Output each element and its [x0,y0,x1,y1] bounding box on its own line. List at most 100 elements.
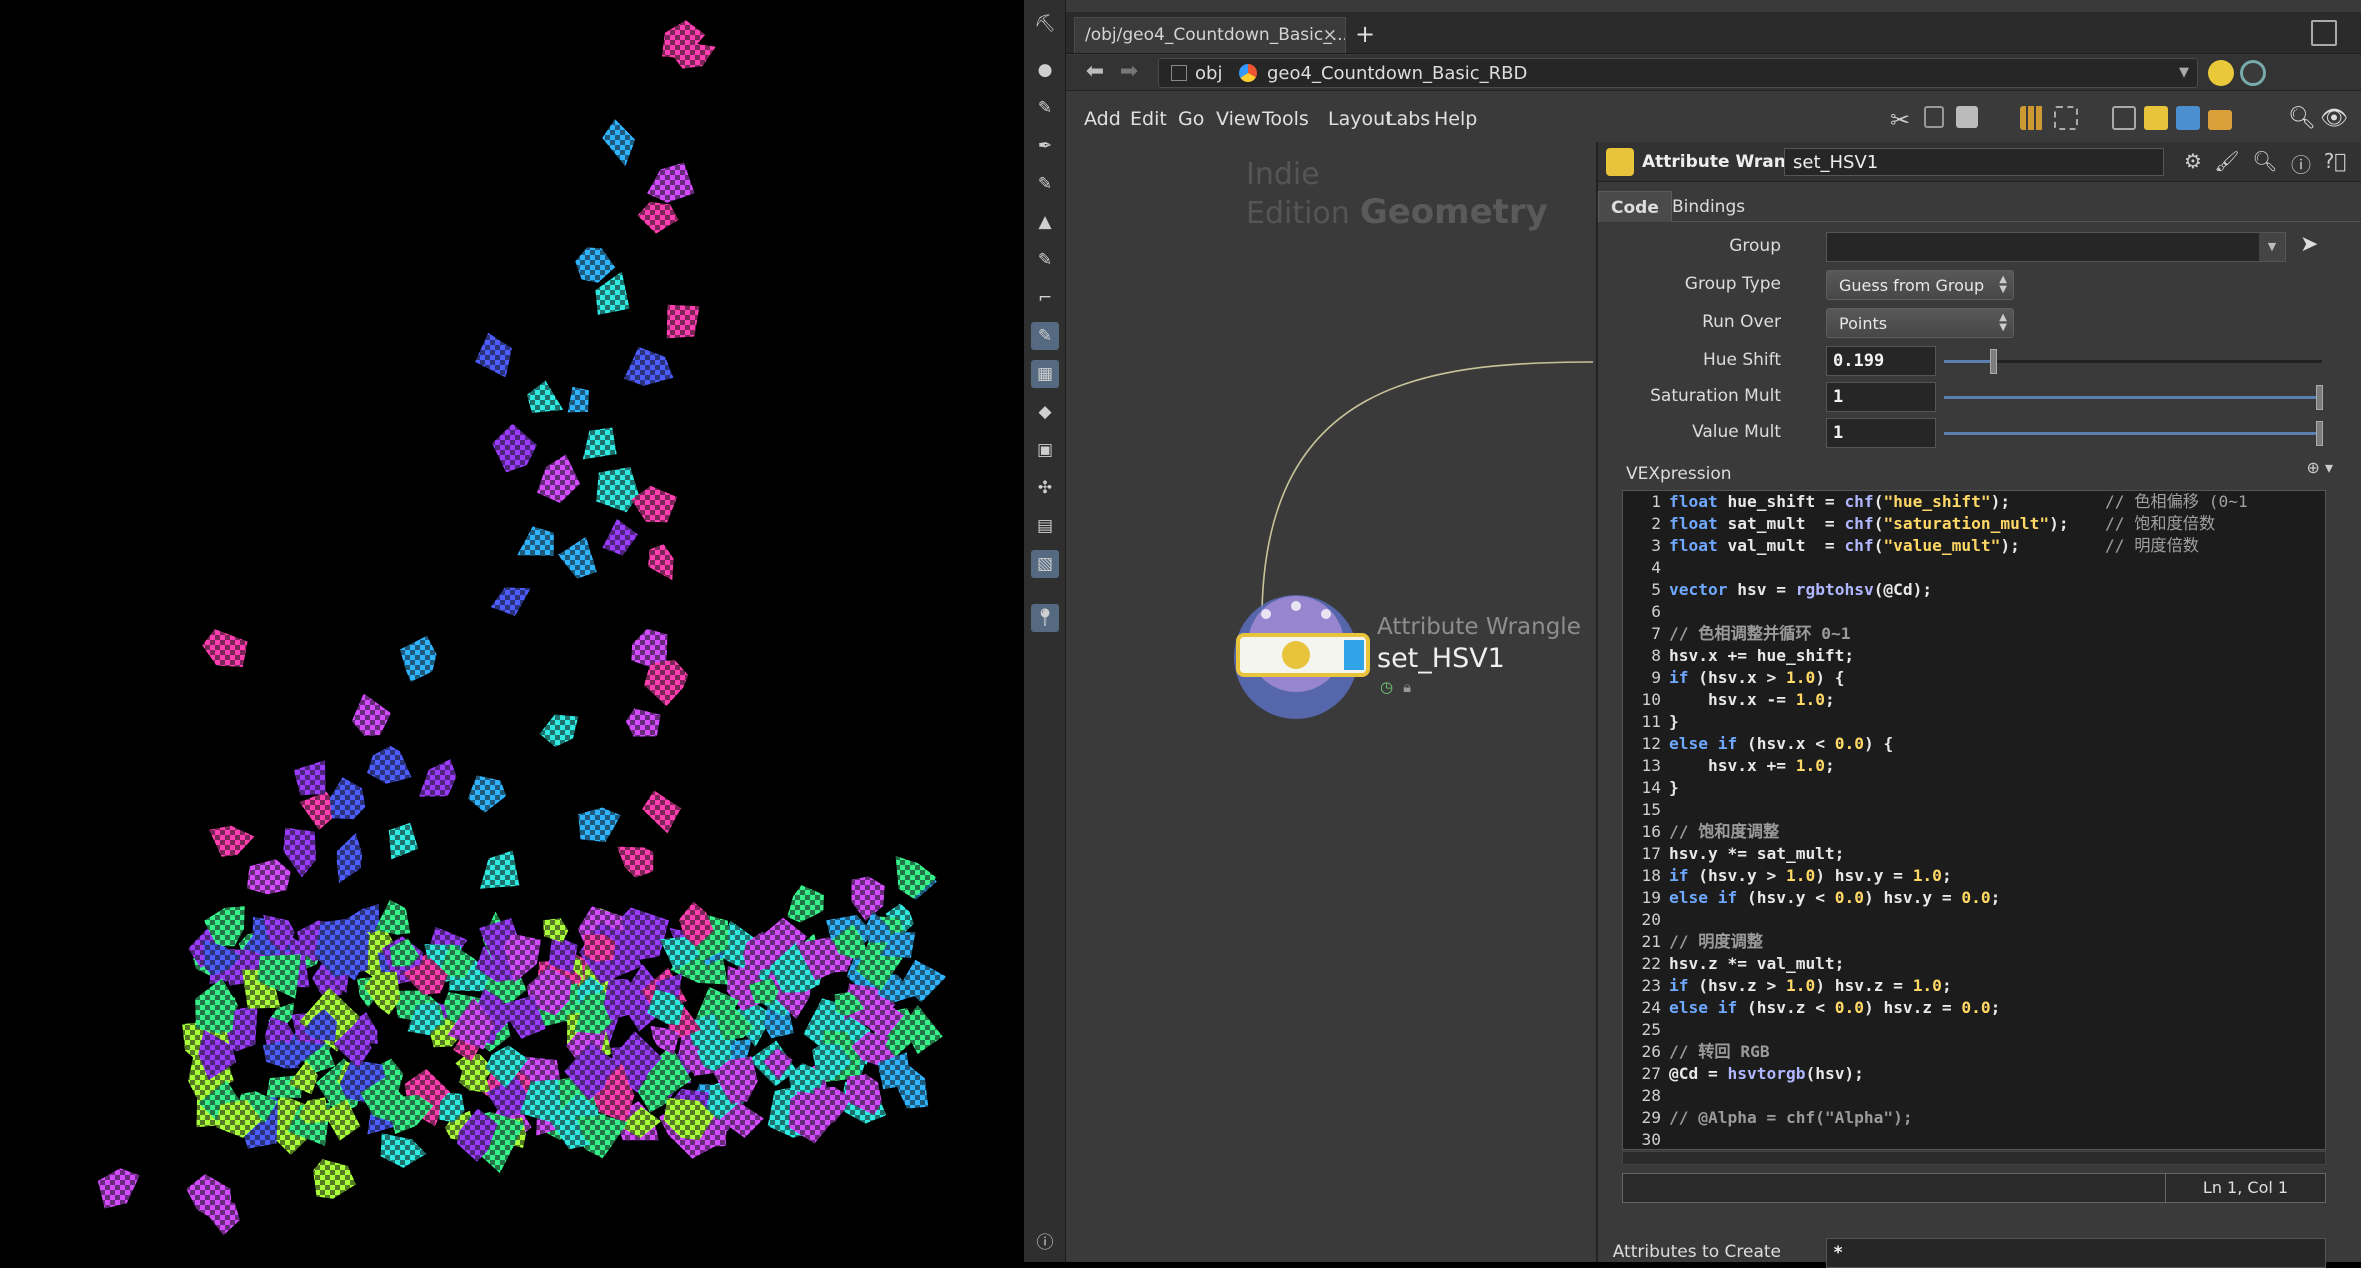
attribute-wrangle-node[interactable] [1232,592,1362,712]
window-icon[interactable] [2112,106,2136,130]
tree-icon[interactable] [1924,106,1944,128]
radial-icon[interactable] [2240,60,2266,86]
fragment-piece [336,833,363,884]
group-type-menu[interactable]: Guess from Group ▲ ▼ [1826,270,2014,300]
code-line: 22 hsv.z *= val_mult; [1623,953,2325,975]
wrench-icon[interactable]: ✂ [1890,106,1918,134]
chevron-down-icon[interactable]: ▼ [2259,233,2285,261]
path-bar: ⬅ ➡ obj geo4_Countdown_Basic_RBD ▼ [1066,55,2361,91]
code-editor[interactable]: 1 float hue_shift = chf("hue_shift");// 色… [1622,490,2326,1150]
group-type-value: Guess from Group [1839,276,1985,295]
add-tab-button[interactable]: + [1350,20,1380,48]
bucket-icon[interactable]: ▲ [1031,208,1059,236]
breadcrumb[interactable]: obj geo4_Countdown_Basic_RBD ▼ [1158,58,2198,88]
link-pin-icon[interactable] [2208,60,2234,86]
lock-icon[interactable]: 🔒︎ [1403,678,1411,696]
run-over-value: Points [1839,314,1888,333]
horizontal-scrollbar[interactable] [1622,1151,2326,1165]
image-icon[interactable] [2176,106,2200,130]
crumb-node[interactable]: geo4_Countdown_Basic_RBD [1239,63,1527,84]
search-icon[interactable]: 🔍︎ [2288,106,2316,134]
sticky-note-icon[interactable] [2144,106,2168,130]
brush-icon[interactable]: ✎ [1031,94,1059,122]
checker-icon[interactable]: ▦ [1031,360,1059,388]
search-icon[interactable]: 🔍︎ [2252,149,2278,175]
brush-icon[interactable]: 🖌︎ [2214,149,2240,175]
network-toolbar-icons: ✂ 🔍︎ 👁︎ [1330,104,2361,136]
eye-icon[interactable]: 👁︎ [2320,106,2348,134]
line-number: 3 [1651,536,1661,555]
crumb-obj[interactable]: obj [1171,63,1222,84]
code-line: 23 if (hsv.z > 1.0) hsv.z = 1.0; [1623,975,2325,997]
list-icon[interactable] [1956,106,1978,128]
crumb-node-label: geo4_Countdown_Basic_RBD [1267,63,1528,84]
grid-icon[interactable] [2020,106,2044,130]
sculpt-icon[interactable]: ✎ [1031,322,1059,350]
paint-12-icon[interactable]: ✎ [1031,170,1059,198]
fragment-piece [388,822,419,860]
pen-icon[interactable]: ✒ [1031,132,1059,160]
forward-arrow-icon[interactable]: ➡ [1114,59,1144,87]
tab-bindings[interactable]: Bindings [1660,191,1757,222]
landscape-icon[interactable]: ▣ [1031,436,1059,464]
network-editor[interactable]: Add Edit Go View Tools Layout Labs Help Indie E… [1066,92,1594,1262]
back-arrow-icon[interactable]: ⬅ [1080,59,1110,87]
code-line: 21// 明度调整 [1623,931,2325,953]
slider-handle[interactable] [2316,421,2323,446]
saturation-slider[interactable] [1944,385,2323,410]
obj-icon [1171,65,1187,81]
code-line: 13 hsv.x += 1.0; [1623,755,2325,777]
pane-layout-icon[interactable] [2311,20,2337,46]
gear-icon[interactable]: ⚙ [2180,149,2206,175]
value-field[interactable]: 1 [1826,418,1936,448]
diamond-icon[interactable]: ◆ [1031,398,1059,426]
line-number: 1 [1651,492,1661,511]
slider-handle[interactable] [1990,349,1998,374]
parameter-editor: Attribute Wrangle set_HSV1 ⚙ 🖌︎ 🔍︎ ⓘ ?⃝ … [1596,142,2361,1268]
info-icon[interactable]: ⓘ [2288,149,2314,177]
box-icon[interactable]: ▤ [1031,512,1059,540]
fragment-piece [246,859,291,895]
help-icon[interactable]: ?⃝ [2322,149,2348,175]
fragment-piece [418,759,457,797]
dot-icon[interactable]: ● [1031,56,1059,84]
chevron-down-icon[interactable]: ▼ [2179,65,2189,80]
close-icon[interactable]: × [1323,25,1337,45]
compass-icon[interactable]: ✣ [1031,474,1059,502]
value-slider[interactable] [1944,421,2323,446]
pin-icon[interactable]: 📍︎ [1031,604,1059,632]
fragment-piece [642,790,681,834]
tab-network-path[interactable]: /obj/geo4_Countdown_Basic_... × [1074,17,1346,53]
code-line: 19 else if (hsv.y < 0.0) hsv.y = 0.0; [1623,887,2325,909]
vex-tools-icon[interactable]: ⊕ ▾ [2306,458,2333,477]
select-icon[interactable]: ⛏ [1031,10,1059,38]
node-flags: ◷ 🔒︎ [1380,677,1421,696]
info-icon[interactable]: ⓘ [1031,1226,1059,1254]
attributes-field[interactable]: * [1826,1238,2326,1268]
select-arrow-icon[interactable]: ➤ [2300,232,2318,257]
node-name-field[interactable]: set_HSV1 [1784,148,2164,176]
fragment-piece [624,346,674,386]
code-line: 18 if (hsv.y > 1.0) hsv.y = 1.0; [1623,865,2325,887]
group-type-label: Group Type [1684,274,1781,294]
image-icon[interactable]: ▧ [1031,550,1059,578]
hue-shift-slider[interactable] [1944,349,2322,374]
hue-shift-field[interactable]: 0.199 [1826,346,1936,376]
fragment-piece [575,1116,629,1156]
fragment-piece [293,760,326,796]
paint-12b-icon[interactable]: ✎ [1031,246,1059,274]
line-number: 27 [1641,1064,1662,1083]
saturation-field[interactable]: 1 [1826,382,1936,412]
group-field[interactable]: ▼ [1826,232,2286,262]
fragment-piece [283,827,317,878]
run-over-menu[interactable]: Points ▲ ▼ [1826,308,2014,338]
curve-icon[interactable]: ⌐ [1031,284,1059,312]
slider-handle[interactable] [2316,385,2323,410]
updown-icon: ▲ ▼ [1999,274,2007,295]
matrix-icon[interactable] [2054,106,2078,130]
crumb-obj-label: obj [1195,63,1223,84]
run-over-label: Run Over [1702,312,1781,332]
scene-viewport[interactable] [0,0,1024,1262]
node-name-label[interactable]: set_HSV1 [1377,643,1505,674]
box-icon[interactable] [2208,110,2232,130]
